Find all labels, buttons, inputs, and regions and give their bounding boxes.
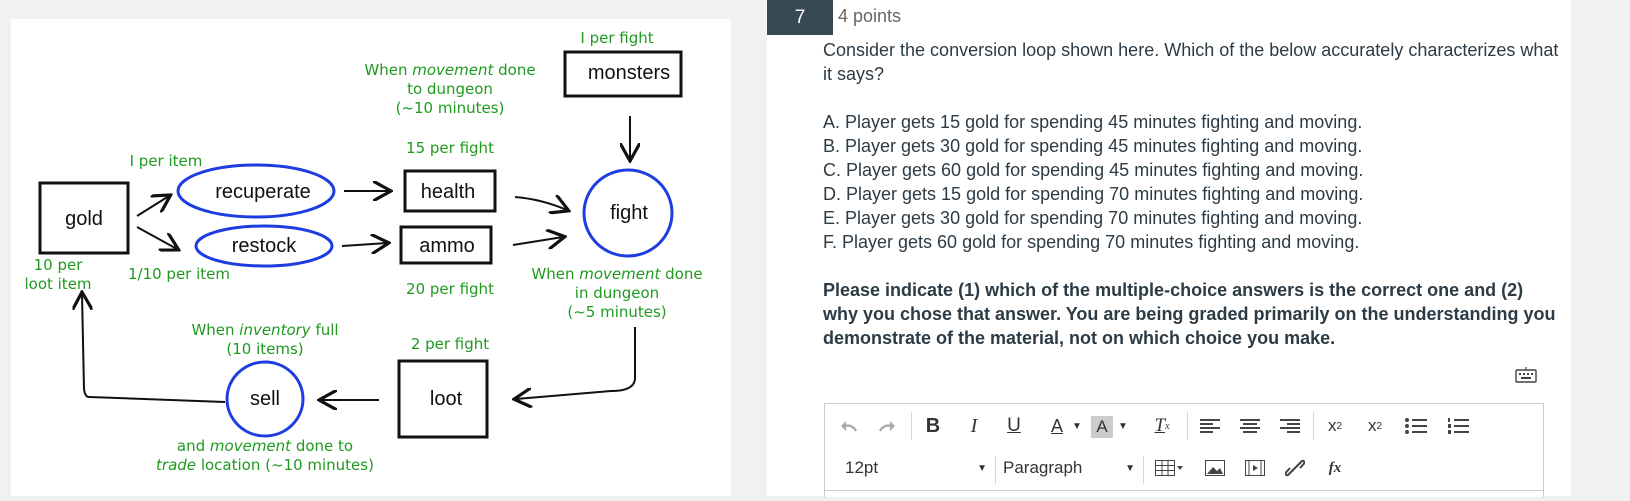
equation-icon[interactable]: fx — [1323, 454, 1347, 482]
note-inventory-line1: When inventory full — [191, 321, 338, 339]
question-number: 7 — [767, 0, 833, 35]
text-color-dropdown-icon[interactable]: ▼ — [1071, 412, 1083, 440]
fight-label: fight — [610, 202, 648, 224]
font-size-select[interactable]: 12pt ▼ — [845, 454, 987, 482]
question-instructions: Please indicate (1) which of the multipl… — [823, 280, 1556, 348]
note-trade-line2: trade location (~10 minutes) — [156, 456, 374, 474]
question-prompt: Consider the conversion loop shown here.… — [823, 40, 1559, 84]
answer-option: E. Player gets 30 gold for spending 70 m… — [823, 208, 1363, 228]
note-inventory-line2: (10 items) — [226, 340, 303, 358]
chevron-down-icon: ▼ — [977, 462, 987, 474]
conversion-loop-diagram: gold recuperate restock health ammo mons… — [11, 19, 731, 496]
fight-node: fight — [582, 168, 674, 258]
sell-node: sell — [225, 360, 305, 438]
align-center-icon[interactable] — [1237, 412, 1263, 440]
health-label: health — [421, 181, 476, 203]
text-color-icon[interactable]: A — [1047, 412, 1067, 440]
restock-node: restock — [194, 224, 334, 268]
chevron-down-icon: ▼ — [1125, 462, 1135, 474]
table-icon[interactable] — [1153, 454, 1187, 482]
ammo-node: ammo — [399, 225, 493, 265]
background-color-dropdown-icon[interactable]: ▼ — [1117, 412, 1129, 440]
block-format-select[interactable]: Paragraph ▼ — [1003, 454, 1135, 482]
answer-option: F. Player gets 60 gold for spending 70 m… — [823, 232, 1360, 252]
note-move-in-line2: in dungeon — [575, 284, 659, 302]
arrow-restock-ammo — [341, 243, 387, 246]
editor-toolbar-row2: 12pt ▼ Paragraph ▼ fx — [825, 448, 1543, 488]
link-icon[interactable] — [1283, 454, 1307, 482]
undo-icon[interactable] — [837, 412, 861, 440]
gold-node: gold — [38, 181, 130, 255]
redo-icon[interactable] — [875, 412, 899, 440]
bold-icon[interactable]: B — [921, 412, 945, 440]
rich-text-editor[interactable]: B I U A ▼ A ▼ Tx x2 x2 12pt ▼ Paragraph … — [824, 403, 1544, 497]
monsters-label: monsters — [588, 62, 670, 84]
image-icon[interactable] — [1203, 454, 1227, 482]
diagram-panel: gold recuperate restock health ammo mons… — [0, 0, 762, 496]
underline-icon[interactable]: U — [1002, 412, 1026, 440]
page-gutter — [1571, 0, 1630, 496]
bullet-list-icon[interactable] — [1403, 412, 1429, 440]
italic-icon[interactable]: I — [962, 412, 986, 440]
superscript-icon[interactable]: x2 — [1323, 412, 1347, 440]
font-size-value: 12pt — [845, 458, 879, 477]
restock-label: restock — [232, 235, 297, 257]
note-ammo-rate: 20 per fight — [406, 280, 494, 298]
subscript-icon[interactable]: x2 — [1363, 412, 1387, 440]
question-points: 4 points — [838, 6, 902, 26]
note-per-tenth-item: 1/10 per item — [128, 265, 230, 283]
align-right-icon[interactable] — [1277, 412, 1303, 440]
note-trade-line1: and movement done to — [177, 437, 353, 455]
arrow-ammo-fight — [512, 237, 563, 245]
answer-option: C. Player gets 60 gold for spending 45 m… — [823, 160, 1364, 180]
media-icon[interactable] — [1243, 454, 1267, 482]
arrow-health-fight — [514, 197, 567, 210]
align-left-icon[interactable] — [1197, 412, 1223, 440]
note-move-dungeon-line2: to dungeon — [407, 80, 493, 98]
arrow-gold-recuperate — [136, 196, 169, 217]
answer-option: A. Player gets 15 gold for spending 45 m… — [823, 112, 1363, 132]
note-move-in-line3: (~5 minutes) — [567, 303, 666, 321]
editor-toolbar-row1: B I U A ▼ A ▼ Tx x2 x2 — [825, 404, 1543, 448]
block-format-value: Paragraph — [1003, 458, 1083, 477]
background-color-icon[interactable]: A — [1091, 416, 1113, 438]
clear-formatting-icon[interactable]: Tx — [1150, 412, 1174, 440]
gold-label: gold — [65, 208, 103, 230]
note-health-rate: 15 per fight — [406, 139, 494, 157]
numbered-list-icon[interactable] — [1445, 412, 1471, 440]
ammo-label: ammo — [419, 235, 475, 257]
keyboard-icon[interactable] — [1515, 367, 1537, 383]
recuperate-label: recuperate — [215, 181, 311, 203]
answer-option: D. Player gets 15 gold for spending 70 m… — [823, 184, 1364, 204]
question-panel: 7 4 points Consider the conversion loop … — [767, 0, 1571, 497]
answer-option: B. Player gets 30 gold for spending 45 m… — [823, 136, 1363, 156]
note-loot-rate: 2 per fight — [411, 335, 489, 353]
health-node: health — [403, 169, 497, 213]
note-per-item: I per item — [130, 152, 203, 170]
diagram-canvas: gold recuperate restock health ammo mons… — [24, 29, 702, 474]
note-move-dungeon-line1: When movement done — [364, 61, 535, 79]
loot-node: loot — [397, 359, 489, 439]
answer-list: A. Player gets 15 gold for spending 45 m… — [823, 110, 1563, 254]
note-monsters-rate: I per fight — [580, 29, 653, 47]
question-body: Consider the conversion loop shown here.… — [823, 38, 1563, 350]
recuperate-node: recuperate — [176, 163, 336, 219]
note-move-in-line1: When movement done — [531, 265, 702, 283]
arrow-fight-loot — [516, 327, 636, 399]
note-move-dungeon-line3: (~10 minutes) — [396, 99, 505, 117]
arrow-sell-gold — [82, 294, 226, 403]
note-per-loot-line2: loot item — [24, 275, 91, 293]
monsters-node: monsters — [563, 50, 683, 98]
note-per-loot-line1: 10 per — [34, 256, 84, 274]
arrow-gold-restock — [136, 226, 177, 249]
loot-label: loot — [430, 388, 463, 410]
sell-label: sell — [250, 388, 280, 410]
